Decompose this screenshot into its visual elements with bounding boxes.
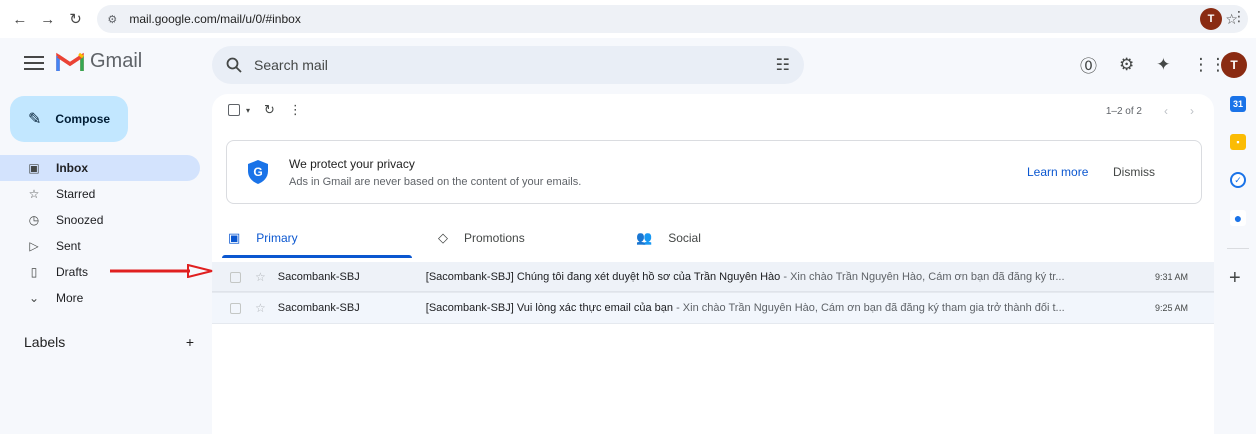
sidebar-item-label: Inbox <box>56 161 88 175</box>
email-subject-line: [Sacombank-SBJ] Chúng tôi đang xét duyệt… <box>426 271 1118 283</box>
inbox-icon: ▣ <box>28 161 40 175</box>
select-all-checkbox[interactable] <box>228 104 240 116</box>
email-subject-line: [Sacombank-SBJ] Vui lòng xác thực email … <box>426 302 1118 314</box>
sidebar-item-label: Starred <box>56 187 96 201</box>
tab-label: Social <box>668 231 701 245</box>
side-panel-divider <box>1227 248 1249 249</box>
email-subject: [Sacombank-SBJ] Vui lòng xác thực email … <box>425 302 674 314</box>
refresh-icon[interactable]: ↻ <box>264 102 275 118</box>
main-menu-icon[interactable] <box>24 56 44 72</box>
email-list: ☆ Sacombank-SBJ [Sacombank-SBJ] Chúng tô… <box>212 262 1214 324</box>
browser-profile-avatar[interactable]: T <box>1200 8 1222 30</box>
compose-button[interactable]: ✎ Compose <box>10 96 128 142</box>
search-icon[interactable] <box>226 57 242 73</box>
dismiss-button[interactable]: Dismiss <box>1113 165 1155 179</box>
settings-gear-icon[interactable]: ⚙ <box>1119 55 1134 75</box>
more-options-icon[interactable]: ⋮ <box>289 102 302 118</box>
inbox-icon: ▣ <box>228 230 241 245</box>
privacy-banner: G We protect your privacy Ads in Gmail a… <box>226 140 1202 204</box>
chevron-down-icon: ⌄ <box>28 291 40 305</box>
sidebar-item-label: Snoozed <box>56 213 104 227</box>
reload-icon[interactable]: ↻ <box>64 7 88 31</box>
contacts-icon[interactable]: ● <box>1230 210 1246 226</box>
account-avatar[interactable]: T <box>1221 52 1247 78</box>
forward-icon[interactable]: → <box>36 7 60 31</box>
email-snippet: - Xin chào Trần Nguyên Hào, Cám ơn bạn đ… <box>673 302 1065 314</box>
sidebar-item-snoozed[interactable]: ◷ Snoozed <box>0 207 200 233</box>
labels-title: Labels <box>24 334 66 350</box>
clock-icon: ◷ <box>28 213 40 227</box>
labels-section: Labels + <box>24 334 194 350</box>
tab-label: Promotions <box>464 231 525 245</box>
tasks-icon[interactable]: ✓ <box>1230 172 1246 188</box>
row-checkbox[interactable] <box>230 302 241 314</box>
next-page-icon[interactable]: › <box>1190 104 1194 118</box>
email-subject: [Sacombank-SBJ] Chúng tôi đang xét duyệt… <box>425 271 781 283</box>
email-time: 9:31 AM <box>1154 272 1188 282</box>
pager-count: 1–2 of 2 <box>1105 105 1142 117</box>
email-row[interactable]: ☆ Sacombank-SBJ [Sacombank-SBJ] Vui lòng… <box>212 293 1214 324</box>
draft-icon: ▯ <box>30 265 38 279</box>
search-options-icon[interactable]: ☷ <box>776 55 790 75</box>
sidebar-item-more[interactable]: ⌄ More <box>0 285 200 311</box>
url-text: mail.google.com/mail/u/0/#inbox <box>129 12 301 26</box>
svg-text:G: G <box>253 165 262 179</box>
prev-page-icon[interactable]: ‹ <box>1164 104 1168 118</box>
gmail-wordmark: Gmail <box>90 50 143 72</box>
learn-more-link[interactable]: Learn more <box>1027 165 1088 179</box>
tab-primary[interactable]: ▣ Primary <box>212 218 422 258</box>
send-icon: ▷ <box>29 239 39 253</box>
gemini-sparkle-icon[interactable]: ✦ <box>1156 55 1170 75</box>
pencil-icon: ✎ <box>28 111 42 128</box>
address-bar[interactable]: ⚙ mail.google.com/mail/u/0/#inbox ◈ ☆ <box>97 5 1248 33</box>
tab-promotions[interactable]: ◇ Promotions <box>422 218 632 258</box>
tab-social[interactable]: 👥 Social <box>632 218 832 258</box>
calendar-icon[interactable]: 31 <box>1230 96 1246 112</box>
list-toolbar: ▾ ↻ ⋮ <box>228 102 302 118</box>
sidebar-item-starred[interactable]: ☆ Starred <box>0 181 200 207</box>
privacy-title: We protect your privacy <box>289 156 415 171</box>
annotation-arrow <box>110 264 213 278</box>
select-dropdown-icon[interactable]: ▾ <box>246 106 250 115</box>
keep-icon[interactable]: ▪ <box>1230 134 1246 150</box>
site-settings-icon[interactable]: ⚙ <box>107 13 125 26</box>
sidebar-item-label: Drafts <box>56 265 89 279</box>
tab-label: Primary <box>256 231 298 245</box>
add-label-plus-icon[interactable]: + <box>186 334 194 350</box>
side-panel: 31 ▪ ✓ ● + <box>1226 96 1256 290</box>
search-bar[interactable]: Search mail ☷ <box>212 46 804 84</box>
privacy-text: Ads in Gmail are never based on the cont… <box>289 175 582 188</box>
email-snippet: - Xin chào Trần Nguyên Hào, Cám ơn bạn đ… <box>780 271 1065 283</box>
browser-menu-icon[interactable]: ⋮ <box>1232 8 1246 25</box>
tag-icon: ◇ <box>438 230 448 245</box>
sidebar-item-label: Sent <box>56 239 81 253</box>
star-icon[interactable]: ☆ <box>255 301 266 315</box>
search-input[interactable]: Search mail <box>254 57 328 73</box>
sidebar-item-sent[interactable]: ▷ Sent <box>0 233 200 259</box>
compose-label: Compose <box>55 112 111 126</box>
help-icon[interactable]: ⓪ <box>1080 52 1097 77</box>
sidebar-item-inbox[interactable]: ▣ Inbox <box>0 155 200 181</box>
email-row[interactable]: ☆ Sacombank-SBJ [Sacombank-SBJ] Chúng tô… <box>212 262 1214 293</box>
browser-toolbar: ← → ↻ ⚙ mail.google.com/mail/u/0/#inbox … <box>0 0 1256 38</box>
gmail-logo[interactable]: Gmail <box>56 50 142 73</box>
mail-list-panel: ▾ ↻ ⋮ 1–2 of 2 ‹ › G We protect your pri… <box>212 94 1214 434</box>
back-icon[interactable]: ← <box>8 7 32 31</box>
people-icon: 👥 <box>636 230 653 245</box>
sidebar-nav: ▣ Inbox ☆ Starred ◷ Snoozed ▷ Sent ▯ Dra… <box>0 155 200 311</box>
sidebar-item-label: More <box>56 291 84 305</box>
email-time: 9:25 AM <box>1154 303 1188 313</box>
email-sender: Sacombank-SBJ <box>277 302 360 314</box>
get-addons-plus-icon[interactable]: + <box>1229 267 1256 290</box>
google-shield-icon: G <box>248 160 268 184</box>
row-checkbox[interactable] <box>230 271 241 283</box>
pagination: 1–2 of 2 ‹ › <box>1106 104 1194 118</box>
star-icon[interactable]: ☆ <box>255 270 266 284</box>
star-icon: ☆ <box>28 187 40 201</box>
email-sender: Sacombank-SBJ <box>277 271 360 283</box>
gmail-m-icon <box>56 52 84 71</box>
category-tabs: ▣ Primary ◇ Promotions 👥 Social <box>212 218 1214 258</box>
